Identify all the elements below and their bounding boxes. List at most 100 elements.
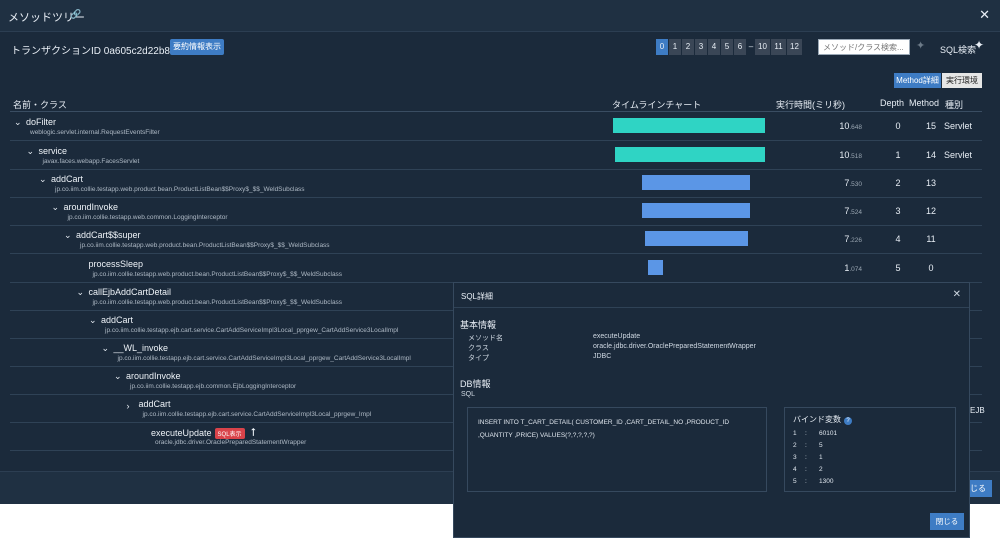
type-value: JDBC — [593, 353, 612, 360]
col-depth-header: Depth — [880, 98, 905, 108]
table-row[interactable]: ⌄ addCart jp.co.iim.collie.testapp.web.pro… — [10, 169, 982, 198]
timeline-bar — [644, 231, 749, 246]
bind-variable-row: 5: 1300 — [793, 476, 947, 488]
depth-page-6[interactable]: 6 — [734, 39, 746, 55]
chevron-down-icon[interactable]: ⌄ — [102, 343, 110, 354]
timeline-bar — [614, 147, 765, 162]
summary-info-button[interactable]: 要約情報表示 — [170, 39, 224, 55]
sql-dialog-title: SQL詳細 — [461, 292, 494, 301]
bind-value: 1 — [819, 454, 823, 461]
class-name: javax.faces.webapp.FacesServlet — [42, 158, 140, 165]
close-icon[interactable]: ✕ — [953, 289, 961, 300]
sql-detail-dialog: SQL詳細 ✕ 基本情報 メソッド名 executeUpdate クラス ora… — [453, 282, 970, 538]
table-row[interactable]: ⌄ aroundInvoke jp.co.iim.collie.testapp.we… — [10, 197, 982, 226]
depth-page-4[interactable]: 4 — [708, 39, 720, 55]
sql-line: INSERT INTO T_CART_DETAIL( CUSTOMER_ID ,… — [478, 419, 730, 426]
method-name-text: addCart — [101, 315, 134, 325]
chevron-down-icon[interactable]: ⌄ — [27, 146, 35, 157]
table-row[interactable]: ⌄ addCart$$super jp.co.iim.collie.testapp.… — [10, 225, 982, 254]
table-row[interactable]: ⌄ service javax.faces.webapp.FacesServlet 1… — [10, 141, 982, 170]
pin-active-icon[interactable]: ✦ — [974, 38, 984, 52]
depth-page-12[interactable]: 12 — [787, 39, 802, 55]
chevron-down-icon[interactable]: ⌄ — [77, 287, 85, 298]
depth-separator: – — [748, 42, 754, 51]
close-icon[interactable]: ✕ — [979, 7, 990, 23]
bind-sep: : — [805, 454, 807, 461]
sql-label: SQL — [461, 391, 476, 398]
depth-page-11[interactable]: 11 — [771, 39, 786, 55]
sql-line: ,QUANTITY ,PRICE) VALUES(?,?,?,?,?) — [478, 432, 595, 439]
method-class-search-input[interactable] — [818, 39, 910, 55]
class-name: jp.co.iim.collie.testapp.ejb.common.EjbL… — [130, 383, 297, 390]
method-name: __WL_invoke — [114, 343, 169, 353]
method-count: 15 — [925, 121, 936, 131]
col-name-header: 名前・クラス — [13, 100, 67, 110]
bind-variables-title-text: バインド変数 — [793, 415, 841, 424]
pin-icon[interactable]: ✦ — [916, 39, 925, 52]
method-name: addCart$$super — [76, 230, 141, 240]
sql-search-label[interactable]: SQL検索 — [940, 43, 976, 56]
class-name: oracle.jdbc.driver.OraclePreparedStateme… — [155, 439, 307, 446]
exec-env-toggle[interactable]: 実行環境 — [942, 73, 982, 88]
method-name: callEjbAddCartDetail — [89, 287, 172, 297]
bind-variable-row: 4: 2 — [793, 464, 947, 476]
exec-time-dec: .524 — [849, 209, 862, 216]
class-name: weblogic.servlet.internal.RequestEventsF… — [30, 129, 160, 136]
exec-time-int: 10 — [839, 150, 850, 160]
depth-page-0[interactable]: 0 — [656, 39, 668, 55]
col-exectime-header: 実行時間(ミリ秒) — [776, 100, 845, 110]
chevron-down-icon[interactable]: ⌄ — [64, 230, 72, 241]
dialog-close-button[interactable]: 閉じる — [930, 513, 964, 530]
link-icon[interactable]: 🔗 — [70, 9, 81, 20]
sql-text-box: INSERT INTO T_CART_DETAIL( CUSTOMER_ID ,… — [467, 407, 767, 492]
table-row[interactable]: ⌄ doFilter weblogic.servlet.internal.Reque… — [10, 112, 982, 141]
depth-page-5[interactable]: 5 — [721, 39, 733, 55]
exec-time-dec: .226 — [849, 237, 862, 244]
chevron-down-icon[interactable]: ⌄ — [52, 202, 60, 213]
depth-page-2[interactable]: 2 — [682, 39, 694, 55]
chevron-down-icon[interactable]: ⌄ — [39, 174, 47, 185]
bind-sep: : — [805, 466, 807, 473]
timeline-bar — [641, 203, 750, 218]
depth-value: 2 — [895, 178, 901, 188]
depth-page-3[interactable]: 3 — [695, 39, 707, 55]
col-method-header: Method — [909, 98, 940, 108]
class-name: jp.co.iim.collie.testapp.ejb.cart.servic… — [105, 327, 399, 334]
help-icon[interactable]: ? — [844, 417, 852, 425]
depth-value: 4 — [895, 234, 901, 244]
chevron-down-icon[interactable]: ⌄ — [114, 371, 122, 382]
kind-value: Servlet — [944, 150, 973, 160]
method-count: 11 — [926, 234, 936, 244]
bind-variable-row: 3: 1 — [793, 452, 947, 464]
method-name: aroundInvoke — [64, 202, 119, 212]
method-name-text: executeUpdate — [151, 428, 212, 438]
bind-variable-list: 1: 60101 2: 5 3: 1 4: 2 5: 1300 — [793, 428, 947, 488]
table-row[interactable]: processSleep jp.co.iim.collie.testapp.web… — [10, 254, 982, 283]
method-detail-toggle[interactable]: Method詳細 — [894, 73, 941, 88]
class-value: oracle.jdbc.driver.OraclePreparedStateme… — [593, 343, 756, 350]
exec-time: 10.648 — [822, 121, 862, 131]
class-name: jp.co.iim.collie.testapp.web.product.bea… — [80, 242, 330, 249]
method-count: 14 — [925, 150, 936, 160]
bind-variable-row: 2: 5 — [793, 440, 947, 452]
class-name: jp.co.iim.collie.testapp.web.product.bea… — [92, 299, 343, 306]
chevron-down-icon[interactable]: ⌄ — [89, 315, 97, 326]
kind-value: Servlet — [944, 121, 973, 131]
exec-time-dec: .074 — [849, 266, 862, 273]
method-name-value: executeUpdate — [593, 333, 641, 340]
sql-show-badge[interactable]: SQL表示 — [214, 428, 245, 440]
class-name: jp.co.iim.collie.testapp.web.product.bea… — [92, 271, 343, 278]
method-name-label: メソッド名 — [468, 335, 503, 342]
method-name: service — [39, 146, 68, 156]
depth-page-1[interactable]: 1 — [669, 39, 681, 55]
bind-value: 2 — [819, 466, 823, 473]
bind-index: 5 — [793, 478, 797, 485]
chevron-down-icon[interactable]: › — [127, 401, 130, 411]
exec-time: 7.530 — [822, 178, 862, 188]
timeline-bar — [613, 118, 765, 133]
method-name-text: addCart — [51, 174, 84, 184]
depth-page-10[interactable]: 10 — [755, 39, 770, 55]
timeline-bar — [641, 175, 750, 190]
chevron-down-icon[interactable]: ⌄ — [14, 117, 22, 128]
method-name-text: addCart — [138, 399, 171, 409]
